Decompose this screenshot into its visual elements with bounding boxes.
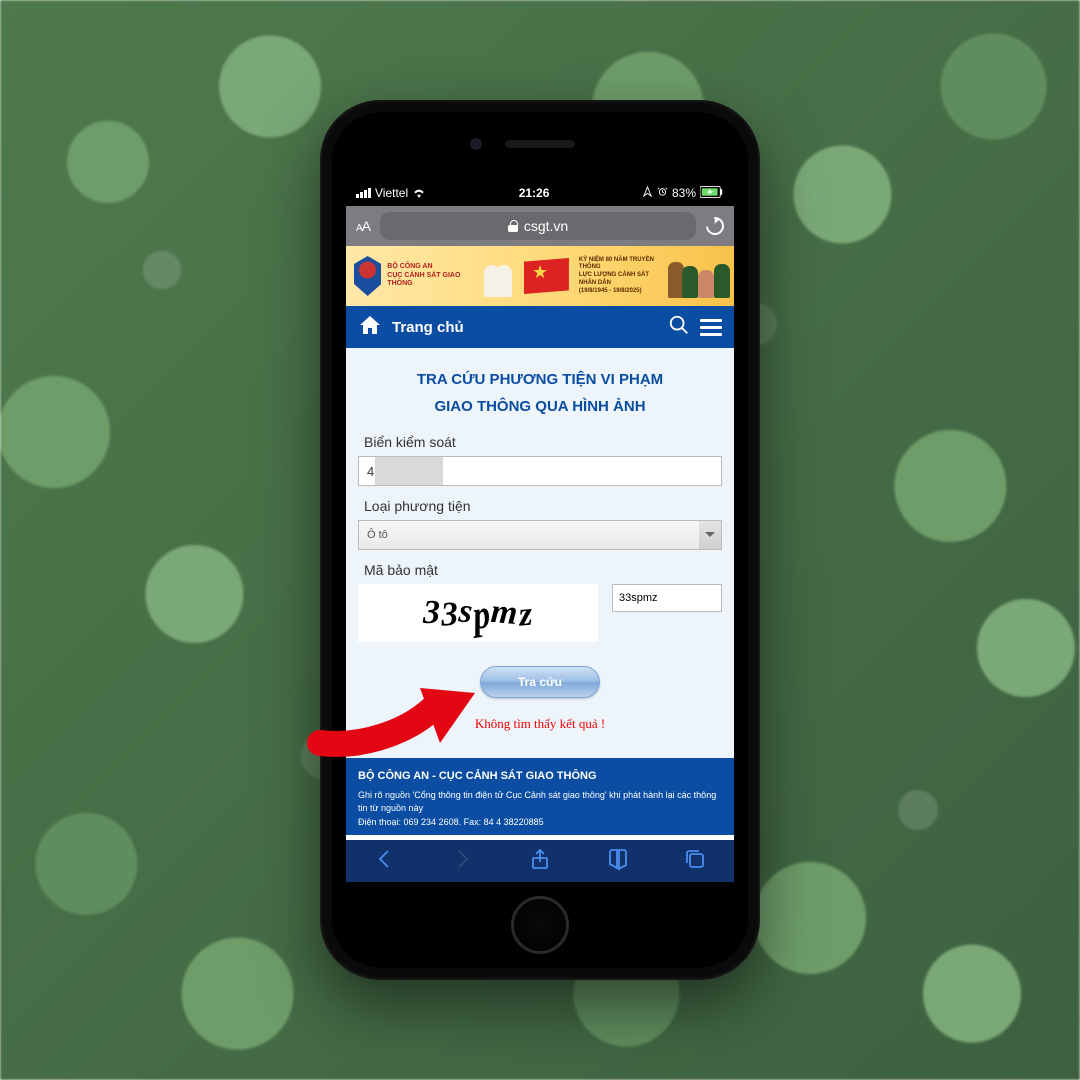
site-banner: BỘ CÔNG AN CỤC CẢNH SÁT GIAO THÔNG KỶ NI…: [346, 246, 734, 306]
tabs-button[interactable]: [683, 847, 707, 876]
share-button[interactable]: [528, 847, 552, 876]
phone-frame: Viettel 21:26 83%: [320, 100, 760, 980]
phone-screen: Viettel 21:26 83%: [346, 180, 734, 882]
browser-address-bar: AA csgt.vn: [346, 206, 734, 246]
footer-attribution: Ghi rõ nguồn 'Cổng thông tin điện tử Cục…: [358, 789, 722, 816]
vehicle-type-select[interactable]: Ô tô: [358, 520, 722, 550]
alarm-icon: [657, 186, 668, 200]
bookmarks-button[interactable]: [606, 847, 630, 876]
site-nav: Trang chủ: [346, 306, 734, 348]
battery-label: 83%: [672, 186, 696, 200]
redaction-mask: [375, 457, 443, 485]
banner-group-icon: [668, 254, 726, 298]
reload-button[interactable]: [702, 213, 727, 238]
phone-speaker: [505, 140, 575, 148]
browser-toolbar: [346, 840, 734, 882]
captcha-input[interactable]: [612, 584, 722, 612]
signal-icon: [356, 188, 371, 198]
plate-label: Biển kiểm soát: [364, 434, 716, 450]
search-submit-button[interactable]: Tra cứu: [480, 666, 600, 698]
hamburger-menu-icon[interactable]: [700, 319, 722, 336]
url-text: csgt.vn: [524, 218, 568, 234]
web-page: BỘ CÔNG AN CỤC CẢNH SÁT GIAO THÔNG KỶ NI…: [346, 246, 734, 835]
vehicle-type-label: Loại phương tiện: [364, 498, 716, 514]
site-footer: BỘ CÔNG AN - CỤC CẢNH SÁT GIAO THÔNG Ghi…: [346, 758, 734, 835]
banner-promo-text: KỶ NIỆM 80 NĂM TRUYỀN THỐNG LỰC LƯỢNG CẢ…: [579, 257, 662, 296]
vehicle-type-value: Ô tô: [367, 529, 388, 541]
page-heading: TRA CỨU PHƯƠNG TIỆN VI PHẠM GIAO THÔNG Q…: [358, 366, 722, 420]
browser-forward-button[interactable]: [450, 847, 474, 876]
battery-icon: [700, 186, 724, 201]
carrier-label: Viettel: [375, 186, 408, 200]
chevron-down-icon: [699, 521, 721, 549]
text-size-button[interactable]: AA: [356, 218, 370, 234]
nav-home-label[interactable]: Trang chủ: [392, 319, 464, 336]
browser-back-button[interactable]: [373, 847, 397, 876]
footer-title: BỘ CÔNG AN - CỤC CẢNH SÁT GIAO THÔNG: [358, 768, 722, 785]
banner-figure-icon: [482, 253, 514, 299]
flag-icon: [524, 258, 569, 294]
search-icon[interactable]: [668, 314, 690, 341]
police-emblem-icon: [354, 256, 381, 296]
status-bar: Viettel 21:26 83%: [346, 180, 734, 206]
phone-home-button[interactable]: [511, 896, 569, 954]
location-icon: [642, 186, 653, 200]
footer-contact: Điện thoại: 069 234 2608. Fax: 84 4 3822…: [358, 816, 722, 830]
lock-icon: [508, 220, 518, 232]
clock: 21:26: [519, 186, 550, 200]
phone-camera: [470, 138, 482, 150]
banner-title: BỘ CÔNG AN CỤC CẢNH SÁT GIAO THÔNG: [387, 263, 468, 288]
lookup-form: TRA CỨU PHƯƠNG TIỆN VI PHẠM GIAO THÔNG Q…: [346, 348, 734, 758]
no-result-message: Không tìm thấy kết quả !: [358, 716, 722, 732]
captcha-image: 33spmz: [358, 584, 598, 642]
home-icon[interactable]: [358, 313, 382, 342]
captcha-label: Mã bảo mật: [364, 562, 716, 578]
url-field[interactable]: csgt.vn: [380, 212, 696, 240]
wifi-icon: [412, 186, 426, 201]
